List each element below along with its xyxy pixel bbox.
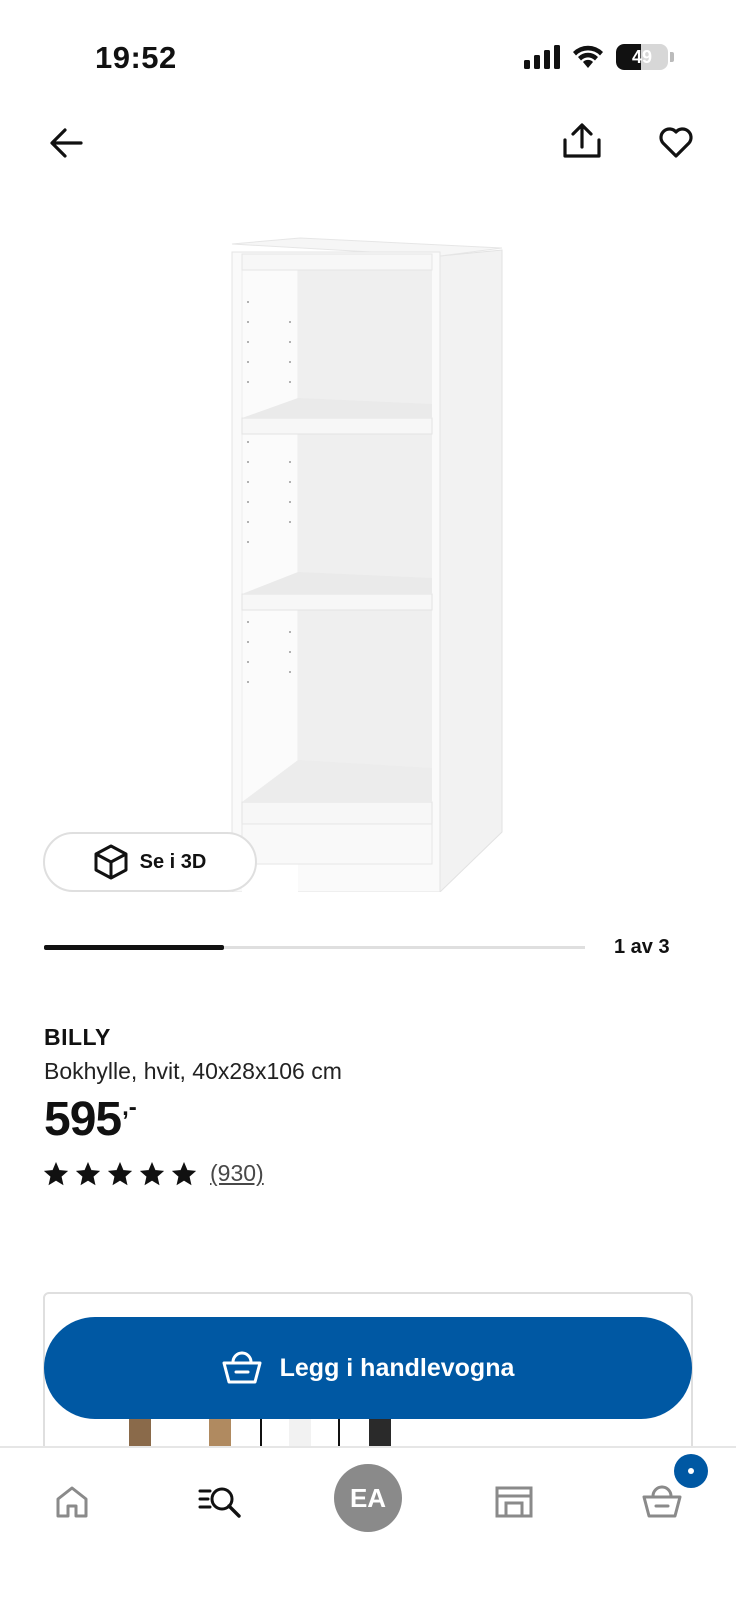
star-icon bbox=[172, 1161, 196, 1185]
add-to-cart-label: Legg i handlevogna bbox=[279, 1353, 515, 1382]
wifi-icon bbox=[573, 45, 603, 68]
price-amount: 595 bbox=[44, 1093, 122, 1146]
battery-icon: 49 bbox=[616, 44, 668, 70]
gallery-position-label: 1 av 3 bbox=[614, 936, 670, 958]
cart-badge bbox=[674, 1454, 708, 1488]
heart-icon bbox=[659, 127, 693, 158]
star-icon bbox=[76, 1161, 100, 1185]
star-icon bbox=[44, 1161, 68, 1185]
share-icon bbox=[563, 123, 601, 158]
battery-percent: 49 bbox=[631, 46, 653, 67]
product-image[interactable] bbox=[220, 232, 510, 892]
rating-stars bbox=[44, 1161, 196, 1186]
swatch-white[interactable] bbox=[260, 1418, 340, 1448]
signal-icon bbox=[524, 45, 560, 69]
view-3d-label: Se i 3D bbox=[139, 850, 207, 873]
back-arrow-icon bbox=[50, 128, 83, 158]
product-price: 595 ,- bbox=[44, 1092, 137, 1148]
star-icon bbox=[108, 1161, 132, 1185]
add-to-cart-button[interactable]: Legg i handlevogna bbox=[44, 1317, 692, 1419]
store-icon bbox=[495, 1486, 533, 1518]
favourite-button[interactable] bbox=[648, 115, 704, 171]
bottom-navigation: EA bbox=[0, 1446, 736, 1600]
back-button[interactable] bbox=[38, 115, 94, 171]
basket-icon bbox=[222, 1351, 262, 1384]
gallery-progress-fill bbox=[44, 945, 225, 950]
color-swatches bbox=[100, 1418, 420, 1448]
price-suffix: ,- bbox=[122, 1094, 137, 1121]
nav-home[interactable] bbox=[42, 1472, 102, 1532]
product-description: Bokhylle, hvit, 40x28x106 cm bbox=[44, 1058, 342, 1084]
nav-search[interactable] bbox=[190, 1472, 250, 1532]
gallery-progress-track bbox=[44, 945, 585, 950]
nav-store[interactable] bbox=[484, 1472, 544, 1532]
status-icons: 49 bbox=[524, 44, 674, 70]
status-time: 19:52 bbox=[95, 40, 177, 75]
review-count-link[interactable]: (930) bbox=[210, 1160, 264, 1187]
swatch-oak[interactable] bbox=[180, 1418, 260, 1448]
home-icon bbox=[56, 1486, 88, 1518]
product-rating[interactable]: (930) bbox=[44, 1160, 264, 1187]
star-icon bbox=[140, 1161, 164, 1185]
search-list-icon bbox=[198, 1487, 241, 1518]
cube-icon bbox=[94, 844, 128, 880]
swatch-brown[interactable] bbox=[100, 1418, 180, 1448]
battery-tip bbox=[670, 52, 674, 62]
nav-profile-avatar[interactable]: EA bbox=[334, 1464, 402, 1532]
basket-icon bbox=[642, 1485, 682, 1518]
swatch-black[interactable] bbox=[340, 1418, 420, 1448]
product-name: BILLY bbox=[44, 1024, 111, 1050]
share-button[interactable] bbox=[554, 113, 610, 169]
view-3d-button[interactable]: Se i 3D bbox=[43, 832, 257, 892]
